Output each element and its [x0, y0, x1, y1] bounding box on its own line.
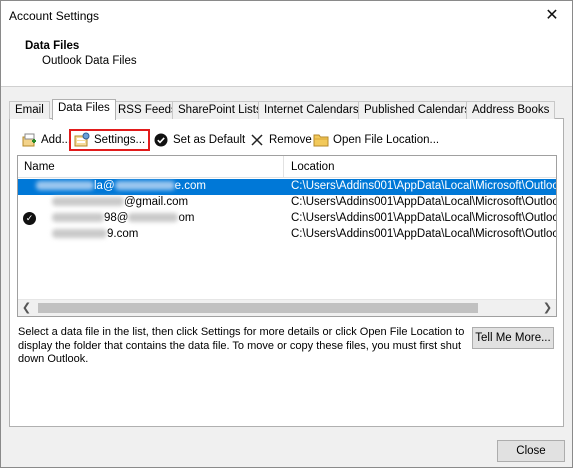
title-bar: Account Settings ✕	[1, 1, 572, 31]
list-row-2[interactable]: @gmail.com C:\Users\Addins001\AppData\Lo…	[18, 195, 556, 211]
tab-published-calendars[interactable]: Published Calendars	[358, 101, 477, 119]
close-button[interactable]: Close	[497, 440, 565, 462]
column-divider[interactable]	[283, 156, 284, 178]
tell-me-more-button[interactable]: Tell Me More...	[472, 327, 554, 349]
set-as-default-button[interactable]: Set as Default	[151, 129, 247, 151]
tab-data-files[interactable]: Data Files	[52, 99, 116, 120]
column-header-name[interactable]: Name	[24, 161, 55, 173]
row-location: C:\Users\Addins001\AppData\Local\Microso…	[291, 180, 557, 192]
open-file-location-label: Open File Location...	[333, 134, 440, 146]
tab-internet-calendars[interactable]: Internet Calendars	[258, 101, 365, 119]
default-checkmark-icon: ✓	[23, 212, 36, 225]
section-subtitle: Outlook Data Files	[42, 55, 137, 67]
settings-icon	[74, 132, 90, 148]
remove-label: Remove	[269, 134, 312, 146]
account-settings-dialog: Account Settings ✕ Data Files Outlook Da…	[0, 0, 573, 468]
row-location: C:\Users\Addins001\AppData\Local\Microso…	[291, 196, 557, 208]
open-file-location-button[interactable]: Open File Location...	[311, 129, 441, 151]
remove-button[interactable]: Remove	[247, 129, 314, 151]
scrollbar-thumb[interactable]	[38, 303, 478, 313]
redacted-text	[128, 213, 179, 223]
close-icon[interactable]: ✕	[540, 5, 564, 27]
horizontal-scrollbar[interactable]: ❮ ❯	[18, 299, 556, 316]
add-label: Add...	[41, 134, 72, 146]
tab-sharepoint-lists[interactable]: SharePoint Lists	[172, 101, 268, 119]
window-title: Account Settings	[9, 9, 100, 23]
add-button[interactable]: Add...	[19, 129, 73, 151]
row-name: la@ e.com	[36, 180, 206, 192]
row-name: 9.com	[52, 228, 138, 240]
section-title: Data Files	[25, 40, 80, 52]
redacted-text	[52, 197, 124, 207]
scroll-right-icon[interactable]: ❯	[539, 300, 556, 316]
list-row-1[interactable]: la@ e.com C:\Users\Addins001\AppData\Loca…	[18, 179, 556, 195]
column-header-location[interactable]: Location	[291, 161, 334, 173]
redacted-text	[114, 181, 175, 191]
tab-address-books[interactable]: Address Books	[466, 101, 556, 119]
add-data-file-icon	[21, 132, 37, 148]
dialog-header: Data Files Outlook Data Files	[1, 31, 572, 87]
row-name: 98@ om	[52, 212, 194, 224]
settings-label: Settings...	[94, 134, 146, 146]
row-name: @gmail.com	[52, 196, 188, 208]
tab-email[interactable]: Email	[9, 101, 50, 119]
list-row-4[interactable]: 9.com C:\Users\Addins001\AppData\Local\M…	[18, 227, 556, 243]
scroll-left-icon[interactable]: ❮	[18, 300, 35, 316]
data-files-list[interactable]: Name Location la@ e.com C:\Users\Addins00…	[17, 155, 557, 317]
set-as-default-label: Set as Default	[173, 134, 246, 146]
row-location: C:\Users\Addins001\AppData\Local\Microso…	[291, 212, 557, 224]
checkmark-circle-icon	[153, 132, 169, 148]
settings-button[interactable]: Settings...	[69, 129, 151, 151]
redacted-text	[36, 181, 94, 191]
list-header: Name Location	[18, 156, 556, 178]
remove-x-icon	[249, 132, 265, 148]
row-location: C:\Users\Addins001\AppData\Local\Microso…	[291, 228, 557, 240]
list-row-3[interactable]: ✓ 98@ om C:\Users\Addins001\AppData\Local…	[18, 211, 556, 227]
redacted-text	[52, 229, 107, 239]
folder-icon	[313, 132, 329, 148]
redacted-text	[52, 213, 104, 223]
description-text: Select a data file in the list, then cli…	[18, 326, 465, 365]
